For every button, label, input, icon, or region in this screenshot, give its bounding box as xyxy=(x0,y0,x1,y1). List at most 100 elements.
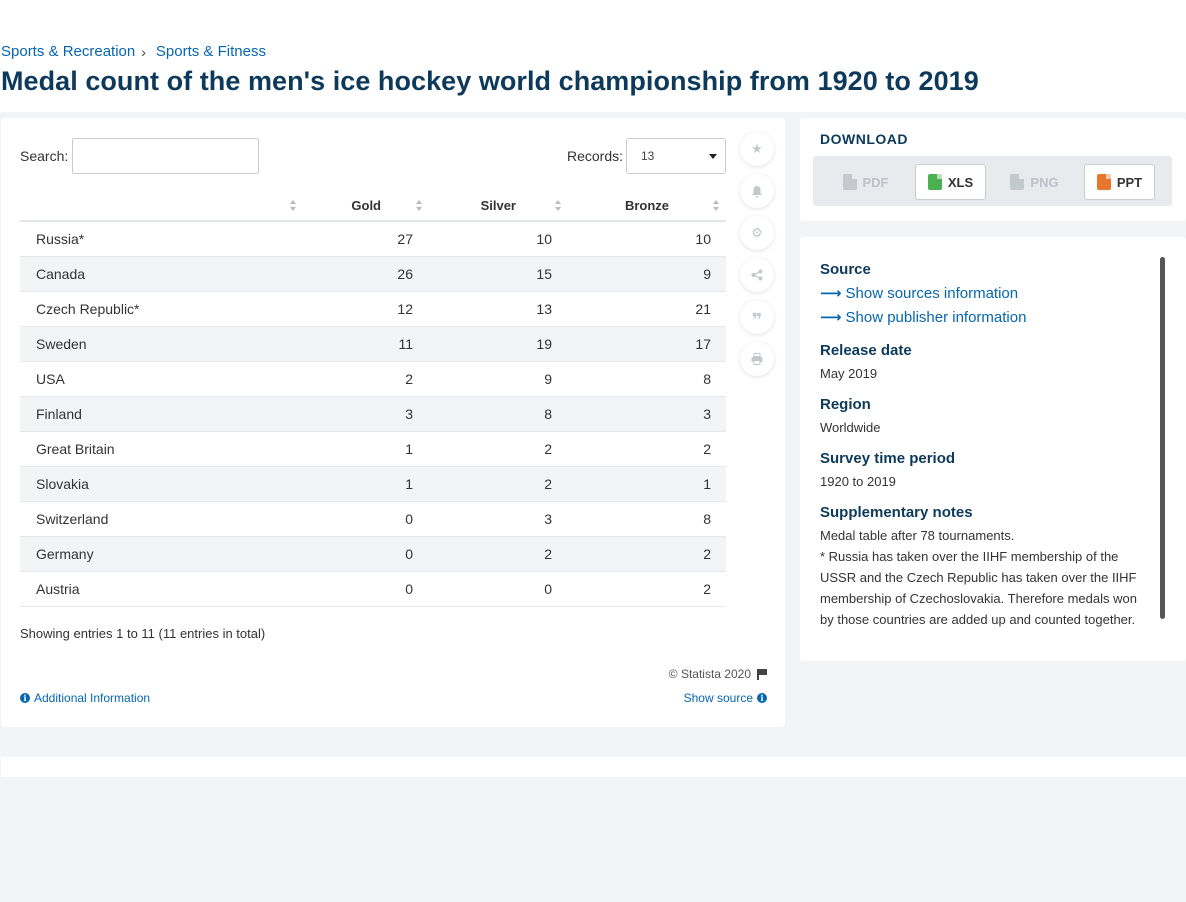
table-header: Gold Silver Bronze xyxy=(20,188,726,222)
cell-silver: 3 xyxy=(544,511,552,527)
print-icon xyxy=(751,353,763,365)
sort-icon[interactable] xyxy=(713,200,719,212)
column-header-bronze[interactable]: Bronze xyxy=(625,188,669,222)
cell-bronze: 8 xyxy=(703,511,711,527)
cell-country: Sweden xyxy=(36,336,87,352)
cell-country: Germany xyxy=(36,546,94,562)
xls-file-icon xyxy=(927,174,942,190)
supplementary-notes-line-1: Medal table after 78 tournaments. xyxy=(820,528,1015,543)
gear-icon: ⚙ xyxy=(751,225,763,240)
caret-down-icon xyxy=(709,154,717,159)
settings-button[interactable]: ⚙ xyxy=(740,216,774,250)
details-content: Source ⟶ Show sources information ⟶ Show… xyxy=(820,261,1146,642)
footer-strip xyxy=(1,757,1186,777)
print-button[interactable] xyxy=(740,342,774,376)
cell-gold: 12 xyxy=(397,301,413,317)
table-row: Great Britain 1 2 2 xyxy=(20,432,726,467)
release-date-value: May 2019 xyxy=(820,366,878,381)
release-date-section: Release date May 2019 xyxy=(820,342,1146,384)
citation-button[interactable]: ❞ xyxy=(740,300,774,334)
cell-gold: 1 xyxy=(405,476,413,492)
cell-gold: 0 xyxy=(405,511,413,527)
info-icon: i xyxy=(757,693,767,703)
cell-silver: 8 xyxy=(544,406,552,422)
column-header-silver[interactable]: Silver xyxy=(481,188,516,222)
show-source-label: Show source xyxy=(683,691,753,705)
download-xls-button[interactable]: XLS xyxy=(915,164,986,200)
sort-icon[interactable] xyxy=(555,200,561,212)
additional-information-link[interactable]: i Additional Information xyxy=(20,691,150,705)
details-scrollbar[interactable] xyxy=(1160,257,1165,619)
sort-icon[interactable] xyxy=(290,200,296,212)
table-row: Slovakia 1 2 1 xyxy=(20,467,726,502)
cell-country: Russia* xyxy=(36,231,85,247)
cell-silver: 0 xyxy=(544,581,552,597)
download-pdf-button[interactable]: PDF xyxy=(830,164,901,200)
medal-table: Gold Silver Bronze Russia* 27 10 10 Canada 26… xyxy=(20,188,726,607)
cell-gold: 11 xyxy=(398,336,413,352)
cell-country: Slovakia xyxy=(36,476,89,492)
cell-gold: 3 xyxy=(405,406,413,422)
copyright: © Statista 2020 xyxy=(669,667,767,681)
arrow-right-icon: ⟶ xyxy=(820,309,842,326)
download-ppt-label: PPT xyxy=(1116,174,1143,190)
statistic-table-card: Search: Records: 13 Gold Silver Bronze R… xyxy=(1,118,785,727)
cell-bronze: 1 xyxy=(703,476,711,492)
cell-silver: 10 xyxy=(536,231,552,247)
table-row: USA 2 9 8 xyxy=(20,362,726,397)
copyright-text: © Statista 2020 xyxy=(668,667,751,681)
cell-bronze: 2 xyxy=(703,581,711,597)
release-date-heading: Release date xyxy=(820,342,912,359)
cell-bronze: 9 xyxy=(703,266,711,282)
page-title: Medal count of the men's ice hockey worl… xyxy=(1,66,979,96)
show-source-link[interactable]: Show source i xyxy=(684,691,767,705)
share-button[interactable] xyxy=(740,258,774,292)
table-body: Russia* 27 10 10 Canada 26 15 9 Czech Republic* 1… xyxy=(20,222,726,607)
table-row: Finland 3 8 3 xyxy=(20,397,726,432)
favorite-button[interactable]: ★ xyxy=(740,132,774,166)
download-png-button[interactable]: PNG xyxy=(999,164,1070,200)
pdf-file-icon xyxy=(842,174,857,190)
cell-bronze: 10 xyxy=(695,231,711,247)
column-header-gold[interactable]: Gold xyxy=(351,188,381,222)
cell-country: Finland xyxy=(36,406,82,422)
download-card: DOWNLOAD PDF XLS PNG PPT xyxy=(800,118,1186,221)
notification-button[interactable] xyxy=(740,174,774,208)
download-title: DOWNLOAD xyxy=(820,131,908,147)
breadcrumb-sports-fitness[interactable]: Sports & Fitness xyxy=(156,43,266,60)
bell-icon xyxy=(752,185,762,198)
ppt-file-icon xyxy=(1096,174,1111,190)
png-file-icon xyxy=(1010,174,1025,190)
breadcrumb: Sports & Recreation › Sports & Fitness xyxy=(1,43,266,60)
cell-gold: 0 xyxy=(405,581,413,597)
cell-gold: 0 xyxy=(405,546,413,562)
statistic-toolbar: ★ ⚙ ❞ xyxy=(740,132,774,384)
flag-icon[interactable] xyxy=(757,669,767,680)
cell-bronze: 2 xyxy=(703,441,711,457)
supplementary-notes-line-2: * Russia has taken over the IIHF members… xyxy=(820,549,1137,627)
show-sources-link[interactable]: ⟶ Show sources information xyxy=(820,282,1146,306)
cell-silver: 2 xyxy=(544,546,552,562)
search-label: Search: xyxy=(20,148,69,164)
region-value: Worldwide xyxy=(820,420,881,435)
records-label: Records: xyxy=(567,148,624,164)
cell-bronze: 17 xyxy=(695,336,711,352)
cell-silver: 2 xyxy=(544,476,552,492)
cell-bronze: 8 xyxy=(703,371,711,387)
cell-gold: 2 xyxy=(405,371,413,387)
table-row: Austria 0 0 2 xyxy=(20,572,726,607)
cell-silver: 13 xyxy=(536,301,552,317)
download-ppt-button[interactable]: PPT xyxy=(1084,164,1155,200)
supplementary-notes-heading: Supplementary notes xyxy=(820,504,973,521)
breadcrumb-sports-recreation[interactable]: Sports & Recreation xyxy=(1,43,135,60)
source-section: Source ⟶ Show sources information ⟶ Show… xyxy=(820,261,1146,330)
table-row: Canada 26 15 9 xyxy=(20,257,726,292)
arrow-right-icon: ⟶ xyxy=(820,285,842,302)
show-publisher-link[interactable]: ⟶ Show publisher information xyxy=(820,306,1146,330)
search-input[interactable] xyxy=(72,138,259,174)
cell-country: Switzerland xyxy=(36,511,109,527)
sort-icon[interactable] xyxy=(416,200,422,212)
region-section: Region Worldwide xyxy=(820,396,1146,438)
download-button-group: PDF XLS PNG PPT xyxy=(813,156,1172,206)
records-select[interactable]: 13 xyxy=(626,138,726,174)
